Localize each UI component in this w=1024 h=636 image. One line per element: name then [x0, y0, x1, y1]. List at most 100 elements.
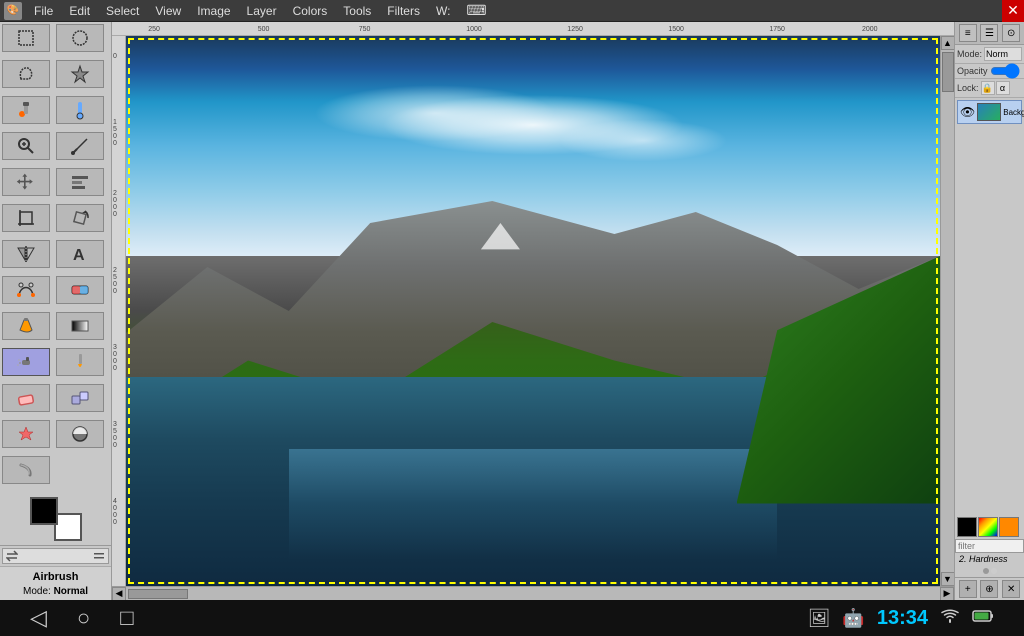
android-icon[interactable]: 🤖: [842, 608, 864, 629]
mode-row: Mode: Norm: [955, 45, 1024, 64]
background-color-swatch[interactable]: [54, 513, 82, 541]
ruler-tick-500: 500: [258, 26, 270, 33]
duplicate-layer-btn[interactable]: ⊕: [980, 580, 998, 598]
bucket-fill-tool[interactable]: [2, 312, 50, 340]
foreground-color-swatch[interactable]: [30, 497, 58, 525]
opacity-row: Opacity: [955, 64, 1024, 79]
paths-tool[interactable]: [2, 276, 50, 304]
dot-2: [991, 568, 997, 574]
recent-button[interactable]: □: [120, 605, 133, 631]
color-balance-tool[interactable]: [56, 276, 104, 304]
eraser-tool[interactable]: [2, 384, 50, 412]
ruler-tick-2000: 2000: [862, 26, 878, 33]
scroll-down-arrow[interactable]: ▼: [941, 572, 955, 586]
tool-mode-toggle[interactable]: [2, 548, 109, 564]
menu-tools[interactable]: Tools: [335, 2, 379, 20]
menu-colors[interactable]: Colors: [285, 2, 336, 20]
paths-view-btn[interactable]: ⊙: [1002, 24, 1020, 42]
vertical-scroll-handle[interactable]: [942, 52, 954, 92]
move-tool[interactable]: [2, 168, 50, 196]
black-color-strip[interactable]: [957, 517, 977, 537]
scroll-left-arrow[interactable]: ◀: [112, 587, 126, 601]
ruler-vtick-1500: 1500: [113, 119, 117, 147]
text-tool[interactable]: A: [56, 240, 104, 268]
canvas-scrollbar-right: ▲ ▼: [940, 36, 954, 586]
color-swatches: [26, 497, 86, 541]
clock-display: 13:34: [877, 607, 928, 630]
horizontal-scroll-handle[interactable]: [128, 589, 188, 599]
menu-windows[interactable]: W:: [428, 2, 458, 20]
lock-row: Lock: 🔒 α: [955, 79, 1024, 98]
canvas-area[interactable]: [126, 36, 940, 586]
zoom-tool[interactable]: [2, 132, 50, 160]
channels-view-btn[interactable]: ☰: [980, 24, 998, 42]
layer-visibility-toggle[interactable]: 👁: [960, 105, 975, 119]
layer-dots: [955, 565, 1024, 577]
layer-entry[interactable]: 👁 Background: [957, 100, 1022, 124]
android-right: 🖼 🤖 13:34: [808, 607, 994, 630]
eyedropper-tool[interactable]: [56, 96, 104, 124]
crop-tool[interactable]: [2, 204, 50, 232]
mode-label: Mode:: [957, 49, 982, 59]
menu-select[interactable]: Select: [98, 2, 147, 20]
ruler-vtick-2500: 2500: [113, 267, 117, 295]
rectangle-select-tool[interactable]: [2, 24, 50, 52]
color-strips: [955, 515, 1024, 539]
gallery-icon[interactable]: 🖼: [808, 608, 831, 629]
menu-file[interactable]: File: [26, 2, 61, 20]
paintbrush-tool[interactable]: [56, 348, 104, 376]
ruler-vtick-3000: 3000: [113, 344, 117, 372]
smudge-tool[interactable]: [2, 456, 50, 484]
ruler-vtick-4000: 4000: [113, 498, 117, 526]
airbrush-tool[interactable]: [2, 348, 50, 376]
ruler-tick-1000: 1000: [466, 26, 482, 33]
opacity-slider[interactable]: [990, 66, 1020, 76]
new-layer-btn[interactable]: +: [959, 580, 977, 598]
dodge-burn-tool[interactable]: [56, 420, 104, 448]
close-button[interactable]: ✕: [1002, 0, 1024, 22]
fuzzy-select-tool[interactable]: [56, 60, 104, 88]
orange-color-strip[interactable]: [999, 517, 1019, 537]
ruler-tick-1750: 1750: [769, 26, 785, 33]
color-gradient-strip[interactable]: [978, 517, 998, 537]
measure-tool[interactable]: [56, 132, 104, 160]
gradient-tool[interactable]: [56, 312, 104, 340]
menu-view[interactable]: View: [147, 2, 189, 20]
menu-image[interactable]: Image: [189, 2, 238, 20]
ruler-tick-1500: 1500: [668, 26, 684, 33]
layer-thumbnail: [977, 103, 1001, 121]
lasso-tool[interactable]: [2, 60, 50, 88]
flip-tool[interactable]: [2, 240, 50, 268]
menu-filters[interactable]: Filters: [379, 2, 428, 20]
mode-selector[interactable]: Norm: [984, 47, 1022, 61]
water-reflection: [289, 449, 777, 559]
layers-view-btn[interactable]: ≡: [959, 24, 977, 42]
wifi-icon: [940, 608, 960, 629]
canvas-wrapper: 0 1500 2000 2500 3000 3500 4000: [112, 36, 954, 586]
scroll-right-arrow[interactable]: ▶: [940, 587, 954, 601]
home-button[interactable]: ○: [77, 605, 90, 631]
color-picker-tool[interactable]: [2, 96, 50, 124]
rotate-tool[interactable]: [56, 204, 104, 232]
svg-text:A: A: [73, 247, 85, 264]
clone-tool[interactable]: [56, 384, 104, 412]
menu-layer[interactable]: Layer: [239, 2, 285, 20]
scroll-up-arrow[interactable]: ▲: [941, 36, 955, 50]
align-tool[interactable]: [56, 168, 104, 196]
ellipse-select-tool[interactable]: [56, 24, 104, 52]
canvas-container: 250 500 750 1000 1250 1500 1750 2000 0 1…: [112, 22, 954, 600]
tool-buttons: A: [0, 22, 111, 493]
lock-position-btn[interactable]: 🔒: [981, 81, 995, 95]
android-nav: ◁ ○ □ 🖼 🤖 13:34: [0, 600, 1024, 636]
heal-tool[interactable]: [2, 420, 50, 448]
menu-edit[interactable]: Edit: [61, 2, 98, 20]
ruler-tick-750: 750: [359, 26, 371, 33]
canvas-scrollbar-bottom: ◀ ▶: [112, 586, 954, 600]
keyboard-toggle[interactable]: ⌨: [458, 0, 494, 21]
right-panel: ≡ ☰ ⊙ Mode: Norm Opacity Lock: 🔒 α 👁 Bac…: [954, 22, 1024, 600]
main-layout: A: [0, 22, 1024, 600]
back-button[interactable]: ◁: [30, 605, 47, 631]
filter-input[interactable]: [955, 539, 1024, 553]
delete-layer-btn[interactable]: ✕: [1002, 580, 1020, 598]
lock-alpha-btn[interactable]: α: [996, 81, 1010, 95]
